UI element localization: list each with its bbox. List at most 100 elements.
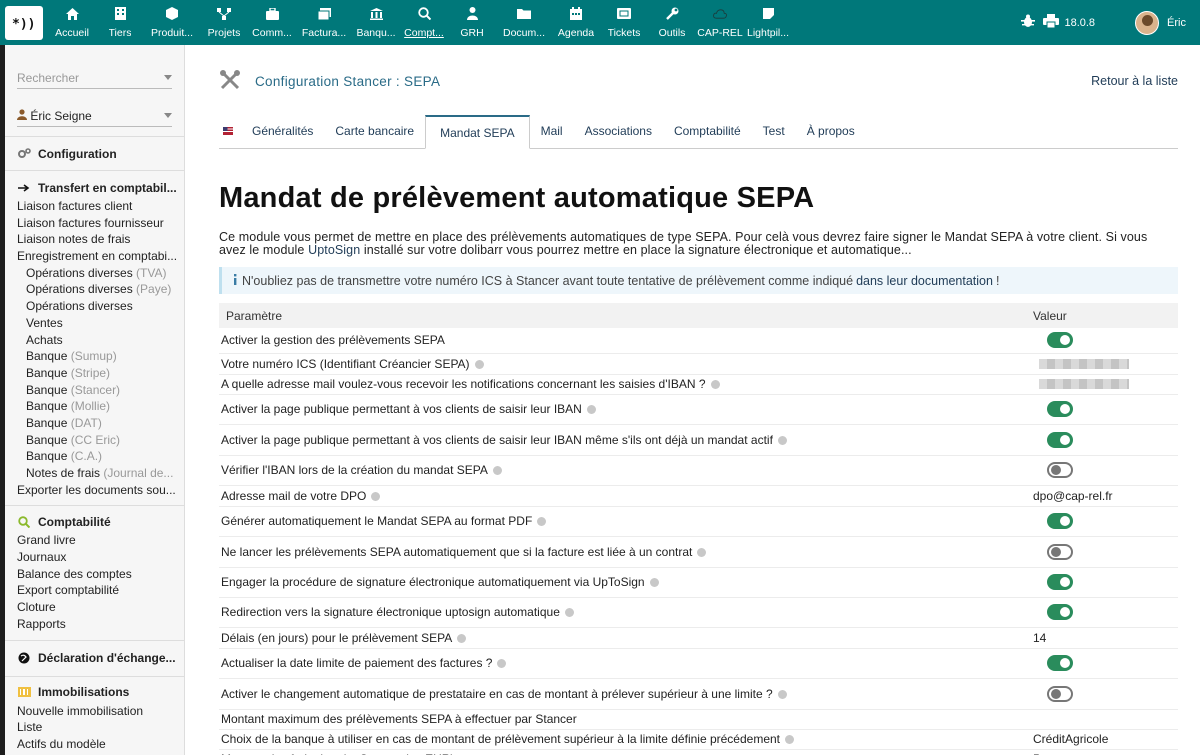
param-value [1033, 374, 1178, 395]
sidebar-user-select[interactable]: Éric Seigne [17, 105, 172, 127]
menu-item-docum[interactable]: Docum... [496, 0, 552, 45]
sidebar-item[interactable]: Banque (Stripe) [5, 365, 184, 382]
toggle-off-switch[interactable] [1047, 685, 1073, 702]
help-icon[interactable] [785, 735, 794, 744]
help-icon[interactable] [371, 491, 381, 501]
sidebar-configuration[interactable]: Configuration [5, 145, 184, 162]
redacted-value[interactable] [1039, 358, 1129, 369]
menu-item-lightpil[interactable]: Lightpil... [744, 0, 792, 45]
help-icon[interactable] [492, 466, 502, 475]
menu-item-comm[interactable]: Comm... [248, 0, 296, 45]
toggle-on-switch[interactable] [1047, 401, 1073, 417]
sidebar-item[interactable]: Nouvelle immobilisation [5, 703, 184, 720]
menu-item-projets[interactable]: Projets [200, 0, 248, 45]
value-text[interactable]: dpo@cap-rel.fr [1033, 489, 1113, 503]
sidebar-item[interactable]: Cloture [5, 599, 184, 616]
menu-item-outils[interactable]: Outils [648, 0, 696, 45]
tab-mail[interactable]: Mail [530, 114, 574, 148]
sidebar-comptabilite-title[interactable]: Comptabilité [5, 513, 184, 530]
param-value [1033, 648, 1178, 679]
logo-icon: *)) [5, 5, 43, 40]
value-text[interactable]: CréditAgricole [1033, 732, 1108, 746]
sidebar-item[interactable]: Banque (CC Eric) [5, 432, 184, 449]
toggle-on-switch[interactable] [1047, 332, 1073, 349]
tab-test[interactable]: Test [752, 114, 796, 148]
note-icon [761, 7, 775, 21]
menu-item-accueil[interactable]: Accueil [48, 0, 96, 45]
menu-item-compt[interactable]: Compt... [400, 0, 448, 45]
sidebar-item[interactable]: Balance des comptes [5, 566, 184, 583]
menu-item-tickets[interactable]: Tickets [600, 0, 648, 45]
sidebar-item[interactable]: Notes de frais (Journal de... [5, 465, 184, 482]
sidebar-item[interactable]: Banque (Sumup) [5, 348, 184, 365]
help-icon[interactable] [649, 578, 659, 587]
table-row: Activer la page publique permettant à vo… [219, 424, 1178, 456]
bug-icon[interactable] [1021, 14, 1036, 31]
printer-icon[interactable] [1043, 14, 1060, 31]
user-avatar[interactable] [1135, 10, 1160, 35]
sidebar-item[interactable]: Banque (Stancer) [5, 382, 184, 399]
menu-item-banqu[interactable]: Banqu... [352, 0, 400, 45]
sidebar-transfert-title[interactable]: Transfert en comptabil... [5, 179, 184, 196]
dolibarr-logo[interactable]: *)) [0, 0, 48, 45]
tab-associations[interactable]: Associations [574, 114, 663, 148]
back-to-list-link[interactable]: Retour à la liste [1091, 74, 1178, 88]
help-icon[interactable] [777, 435, 787, 445]
sidebar-item[interactable]: Journaux [5, 549, 184, 566]
tab-comptabilite[interactable]: Comptabilité [663, 114, 752, 148]
tab-a-propos[interactable]: À propos [796, 114, 866, 148]
sidebar-item[interactable]: Export comptabilité [5, 582, 184, 599]
sidebar-item[interactable]: Exporter les documents sou... [5, 482, 184, 499]
menu-item-produit[interactable]: Produit... [144, 0, 200, 45]
toggle-off-switch[interactable] [1047, 543, 1073, 560]
sidebar-item[interactable]: Opérations diverses (Paye) [5, 281, 184, 298]
toggle-on-switch[interactable] [1047, 655, 1073, 671]
help-icon[interactable] [697, 547, 707, 557]
sidebar-item[interactable]: Opérations diverses (TVA) [5, 265, 184, 282]
sidebar-search[interactable]: Rechercher [17, 67, 172, 89]
help-icon[interactable] [457, 633, 467, 643]
sidebar-item[interactable]: Enregistrement en comptabi... [5, 248, 184, 265]
menu-item-cap-rel[interactable]: CAP-REL [696, 0, 744, 45]
sidebar-item[interactable]: Liaison factures client [5, 198, 184, 215]
help-icon[interactable] [564, 608, 574, 617]
help-icon[interactable] [497, 659, 507, 668]
sidebar-item[interactable]: Banque (DAT) [5, 415, 184, 432]
documentation-link[interactable]: dans leur documentation [856, 274, 993, 288]
sidebar-item[interactable]: Liaison notes de frais [5, 231, 184, 248]
help-icon[interactable] [474, 359, 484, 369]
sidebar-item[interactable]: Ventes [5, 315, 184, 332]
tab-generalites[interactable]: Généralités [241, 114, 324, 148]
sidebar-item[interactable]: Rapports [5, 616, 184, 633]
sidebar-item[interactable]: Opérations diverses [5, 298, 184, 315]
help-icon[interactable] [586, 405, 596, 414]
uptosign-link[interactable]: UptoSign [308, 243, 360, 257]
toggle-on-switch[interactable] [1047, 431, 1073, 448]
toggle-on-switch[interactable] [1047, 513, 1073, 529]
tab-mandat-sepa[interactable]: Mandat SEPA [425, 115, 530, 149]
menu-item-factura[interactable]: Factura... [296, 0, 352, 45]
toggle-off-switch[interactable] [1047, 462, 1073, 478]
sidebar-item[interactable]: Achats [5, 332, 184, 349]
menu-item-tiers[interactable]: Tiers [96, 0, 144, 45]
tab-carte-bancaire[interactable]: Carte bancaire [324, 114, 425, 148]
redacted-value[interactable] [1039, 379, 1129, 389]
user-name[interactable]: Éric [1167, 17, 1186, 29]
menu-item-agenda[interactable]: Agenda [552, 0, 600, 45]
sidebar-item[interactable]: Actifs du modèle [5, 736, 184, 753]
help-icon[interactable] [537, 517, 547, 526]
toggle-on-switch[interactable] [1047, 604, 1073, 620]
sidebar-declaration-title[interactable]: Déclaration d'échange... [5, 650, 184, 667]
sidebar-item[interactable]: Banque (Mollie) [5, 398, 184, 415]
sidebar-item[interactable]: Liste [5, 719, 184, 736]
help-icon[interactable] [777, 689, 787, 699]
menu-item-grh[interactable]: GRH [448, 0, 496, 45]
toggle-on-switch[interactable] [1047, 574, 1073, 590]
sidebar-item[interactable]: Grand livre [5, 532, 184, 549]
help-icon[interactable] [710, 380, 720, 389]
value-text[interactable]: 14 [1033, 631, 1046, 645]
sidebar-immobilisations-title[interactable]: Immobilisations [5, 684, 184, 701]
sidebar-item[interactable]: Liaison factures fournisseur [5, 215, 184, 232]
menu-item-label: Lightpil... [746, 26, 790, 39]
sidebar-item[interactable]: Banque (C.A.) [5, 448, 184, 465]
